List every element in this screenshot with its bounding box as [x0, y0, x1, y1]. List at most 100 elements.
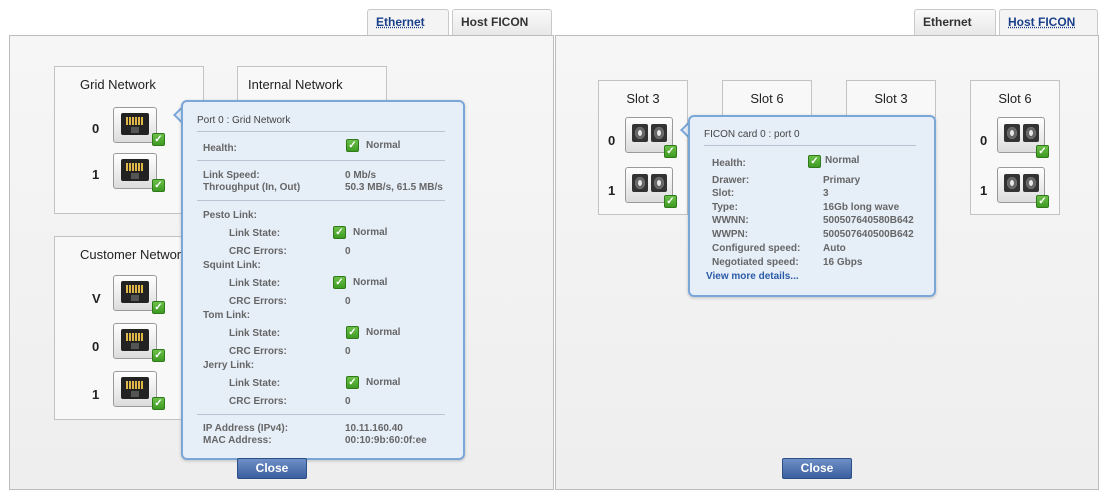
check-icon: ✓ — [152, 397, 165, 410]
squint-crc-label: CRC Errors: — [229, 296, 287, 307]
tab-ethernet[interactable]: Ethernet — [367, 9, 449, 35]
configured-speed-value: Auto — [823, 243, 846, 254]
check-icon: ✓ — [664, 195, 677, 208]
pesto-crc-value: 0 — [345, 246, 351, 257]
grid-port-1-icon[interactable] — [113, 153, 157, 189]
slot-card: Slot 3 0 ✓ 1 ✓ — [598, 80, 688, 215]
squint-link-state-label: Link State: — [229, 278, 281, 289]
slot-port-0-label: 0 — [980, 133, 988, 148]
jerry-crc-label: CRC Errors: — [229, 396, 287, 407]
ip-address-label: IP Address (IPv4): — [203, 423, 289, 434]
jerry-crc-value: 0 — [345, 396, 351, 407]
slot-label: Slot: — [712, 188, 735, 199]
jerry-link-label: Jerry Link: — [203, 360, 255, 371]
tab-ethernet-label: Ethernet — [923, 15, 972, 29]
check-icon: ✓ — [808, 155, 821, 168]
health-value: Normal — [366, 140, 401, 151]
mac-address-label: MAC Address: — [203, 435, 272, 446]
tab-host-ficon-label: Host FICON — [1008, 15, 1076, 29]
drawer-label: Drawer: — [712, 175, 750, 186]
slot-title: Slot 3 — [626, 91, 660, 106]
jerry-link-state-value: Normal — [366, 377, 401, 388]
pesto-link-label: Pesto Link: — [203, 210, 257, 221]
throughput-value: 50.3 MB/s, 61.5 MB/s — [345, 182, 443, 193]
tab-ethernet[interactable]: Ethernet — [914, 9, 996, 35]
popup-title: FICON card 0 : port 0 — [704, 129, 800, 140]
check-icon: ✓ — [333, 276, 346, 289]
link-speed-label: Link Speed: — [203, 170, 260, 181]
divider — [197, 131, 445, 132]
slot-title: Slot 6 — [998, 91, 1032, 106]
customer-port-0-label: 0 — [92, 339, 100, 354]
check-icon: ✓ — [152, 179, 165, 192]
internal-network-card: Internal Network — [237, 66, 387, 104]
check-icon: ✓ — [664, 145, 677, 158]
squint-link-label: Squint Link: — [203, 260, 261, 271]
tab-host-ficon[interactable]: Host FICON — [452, 9, 552, 35]
squint-link-state-value: Normal — [353, 277, 388, 288]
port-details-popup: Port 0 : Grid Network Health: ✓ Normal L… — [181, 100, 465, 460]
wwnn-label: WWNN: — [712, 215, 749, 226]
internal-network-title: Internal Network — [248, 77, 343, 92]
negotiated-speed-label: Negotiated speed: — [712, 257, 799, 268]
ip-address-value: 10.11.160.40 — [345, 423, 403, 434]
jerry-link-state-label: Link State: — [229, 378, 281, 389]
health-label: Health: — [203, 143, 237, 154]
tab-host-ficon-label: Host FICON — [461, 15, 529, 29]
customer-port-0-icon[interactable] — [113, 323, 157, 359]
tom-crc-value: 0 — [345, 346, 351, 357]
close-button[interactable]: Close — [237, 458, 307, 479]
ficon-details-popup: FICON card 0 : port 0 Health: ✓ Normal D… — [688, 115, 936, 297]
ficon-pane: Ethernet Host FICON Slot 3 0 ✓ 1 ✓ Slot … — [555, 0, 1100, 493]
customer-port-v-icon[interactable] — [113, 275, 157, 311]
view-more-details-link[interactable]: View more details... — [706, 271, 799, 282]
close-button[interactable]: Close — [782, 458, 852, 479]
divider — [197, 200, 445, 201]
divider — [197, 414, 445, 415]
divider — [197, 160, 445, 161]
slot-port-1-label: 1 — [980, 183, 988, 198]
popup-title: Port 0 : Grid Network — [197, 115, 291, 126]
slot-title: Slot 3 — [874, 91, 908, 106]
health-value: Normal — [825, 155, 860, 166]
check-icon: ✓ — [1036, 195, 1049, 208]
grid-port-0-label: 0 — [92, 121, 100, 136]
ethernet-pane: Ethernet Host FICON Grid Network 0 ✓ 1 ✓… — [0, 0, 555, 493]
check-icon: ✓ — [346, 139, 359, 152]
negotiated-speed-value: 16 Gbps — [823, 257, 863, 268]
check-icon: ✓ — [346, 376, 359, 389]
squint-crc-value: 0 — [345, 296, 351, 307]
check-icon: ✓ — [333, 226, 346, 239]
configured-speed-label: Configured speed: — [712, 243, 801, 254]
grid-port-1-label: 1 — [92, 167, 100, 182]
divider — [704, 145, 916, 146]
customer-port-1-icon[interactable] — [113, 371, 157, 407]
tom-link-state-label: Link State: — [229, 328, 281, 339]
drawer-value: Primary — [823, 175, 861, 186]
grid-port-0-icon[interactable] — [113, 107, 157, 143]
slot-card: Slot 6 — [722, 80, 812, 118]
check-icon: ✓ — [152, 133, 165, 146]
throughput-label: Throughput (In, Out) — [203, 182, 301, 193]
slot-value: 3 — [823, 188, 829, 199]
wwpn-label: WWPN: — [712, 229, 749, 240]
slot-card: Slot 3 — [846, 80, 936, 118]
slot-port-0-label: 0 — [608, 133, 616, 148]
pesto-link-state-label: Link State: — [229, 228, 281, 239]
slot-card: Slot 6 0 ✓ 1 ✓ — [970, 80, 1060, 215]
check-icon: ✓ — [1036, 145, 1049, 158]
grid-network-title: Grid Network — [80, 77, 156, 92]
wwpn-value: 500507640500B642 — [823, 229, 914, 240]
slot-port-1-label: 1 — [608, 183, 616, 198]
customer-port-v-label: V — [92, 291, 101, 306]
tom-link-state-value: Normal — [366, 327, 401, 338]
check-icon: ✓ — [152, 301, 165, 314]
tab-host-ficon[interactable]: Host FICON — [999, 9, 1098, 35]
tom-crc-label: CRC Errors: — [229, 346, 287, 357]
wwnn-value: 500507640580B642 — [823, 215, 914, 226]
type-value: 16Gb long wave — [823, 202, 900, 213]
tab-ethernet-label: Ethernet — [376, 15, 425, 29]
mac-address-value: 00:10:9b:60:0f:ee — [345, 435, 427, 446]
type-label: Type: — [712, 202, 738, 213]
pesto-link-state-value: Normal — [353, 227, 388, 238]
